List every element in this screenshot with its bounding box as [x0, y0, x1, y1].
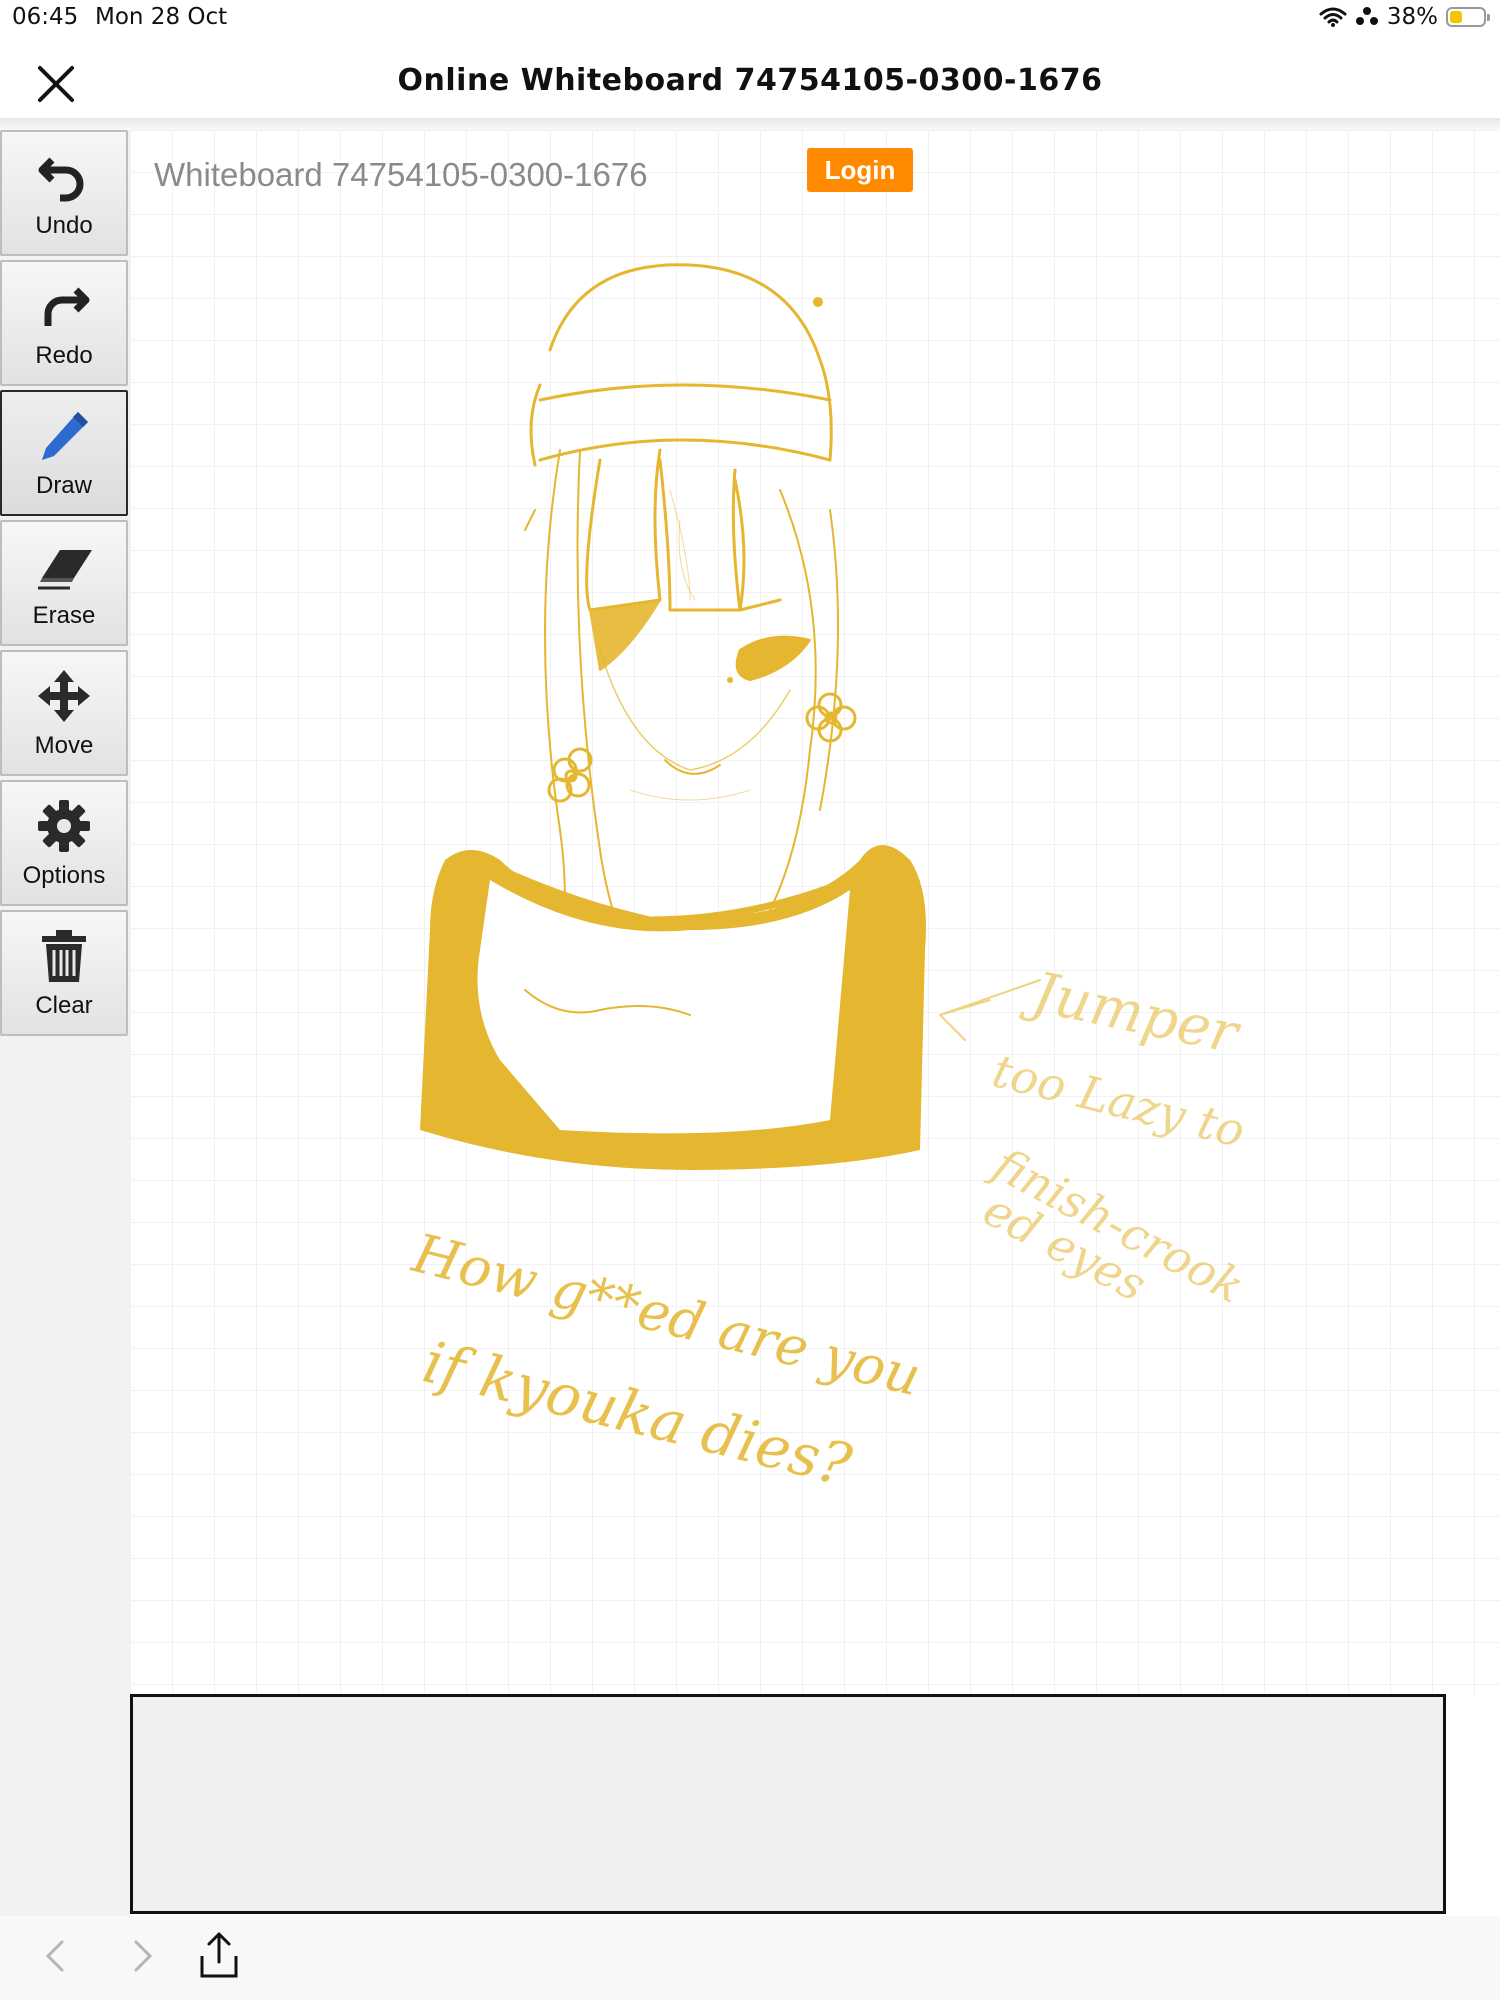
- gear-icon: [38, 800, 90, 852]
- annotation-arrow: [939, 979, 1041, 1041]
- share-icon[interactable]: [196, 1930, 242, 1980]
- move-arrows-icon: [38, 670, 90, 722]
- options-button[interactable]: Options: [0, 780, 128, 906]
- redo-button[interactable]: Redo: [0, 260, 128, 386]
- status-time: 06:45: [12, 4, 79, 30]
- status-date: Mon 28 Oct: [95, 4, 228, 30]
- draw-label: Draw: [35, 472, 92, 499]
- nav-divider: [0, 118, 1500, 130]
- browser-bottom-bar: [0, 1916, 1500, 2000]
- undo-icon: [38, 157, 84, 202]
- pencil-icon: [42, 412, 88, 460]
- eraser-icon: [38, 550, 92, 590]
- draw-button[interactable]: Draw: [0, 390, 128, 516]
- erase-button[interactable]: Erase: [0, 520, 128, 646]
- clear-label: Clear: [35, 992, 93, 1019]
- chevron-right-icon[interactable]: [124, 1936, 160, 1976]
- move-button[interactable]: Move: [0, 650, 128, 776]
- redo-label: Redo: [35, 342, 93, 369]
- status-bar: 06:45 Mon 28 Oct 38%: [0, 0, 1500, 36]
- battery-icon: [1446, 7, 1490, 27]
- sketch-drawing: [420, 263, 1041, 1170]
- redo-icon: [44, 287, 90, 326]
- tool-sidebar: Undo Redo Draw Erase Move Options Clear: [0, 130, 130, 1916]
- activity-icon: [1355, 7, 1378, 25]
- undo-label: Undo: [35, 212, 93, 239]
- page-title: Online Whiteboard 74754105-0300-1676: [397, 63, 1103, 98]
- right-eye: [735, 635, 811, 681]
- move-label: Move: [34, 732, 94, 759]
- undo-button[interactable]: Undo: [0, 130, 128, 256]
- nav-bar: Online Whiteboard 74754105-0300-1676: [0, 36, 1500, 120]
- bangs: [585, 448, 662, 612]
- options-label: Options: [22, 862, 106, 889]
- chevron-left-icon[interactable]: [38, 1936, 74, 1976]
- hat-band: [538, 438, 832, 462]
- hat-brim: [538, 383, 832, 402]
- hatched-eye: [589, 599, 661, 671]
- text-input-panel[interactable]: [130, 1694, 1446, 1914]
- wifi-icon: [1319, 7, 1347, 27]
- whiteboard-canvas[interactable]: Whiteboard 74754105-0300-1676 Login Jump…: [130, 130, 1500, 1696]
- status-indicators: 38%: [1319, 4, 1490, 30]
- battery-percent: 38%: [1386, 4, 1438, 30]
- hair-right: [769, 489, 817, 911]
- erase-label: Erase: [32, 602, 96, 629]
- trash-icon: [42, 930, 86, 982]
- hat-outline: [548, 263, 833, 462]
- battery-fill: [1450, 11, 1463, 23]
- clear-button[interactable]: Clear: [0, 910, 128, 1036]
